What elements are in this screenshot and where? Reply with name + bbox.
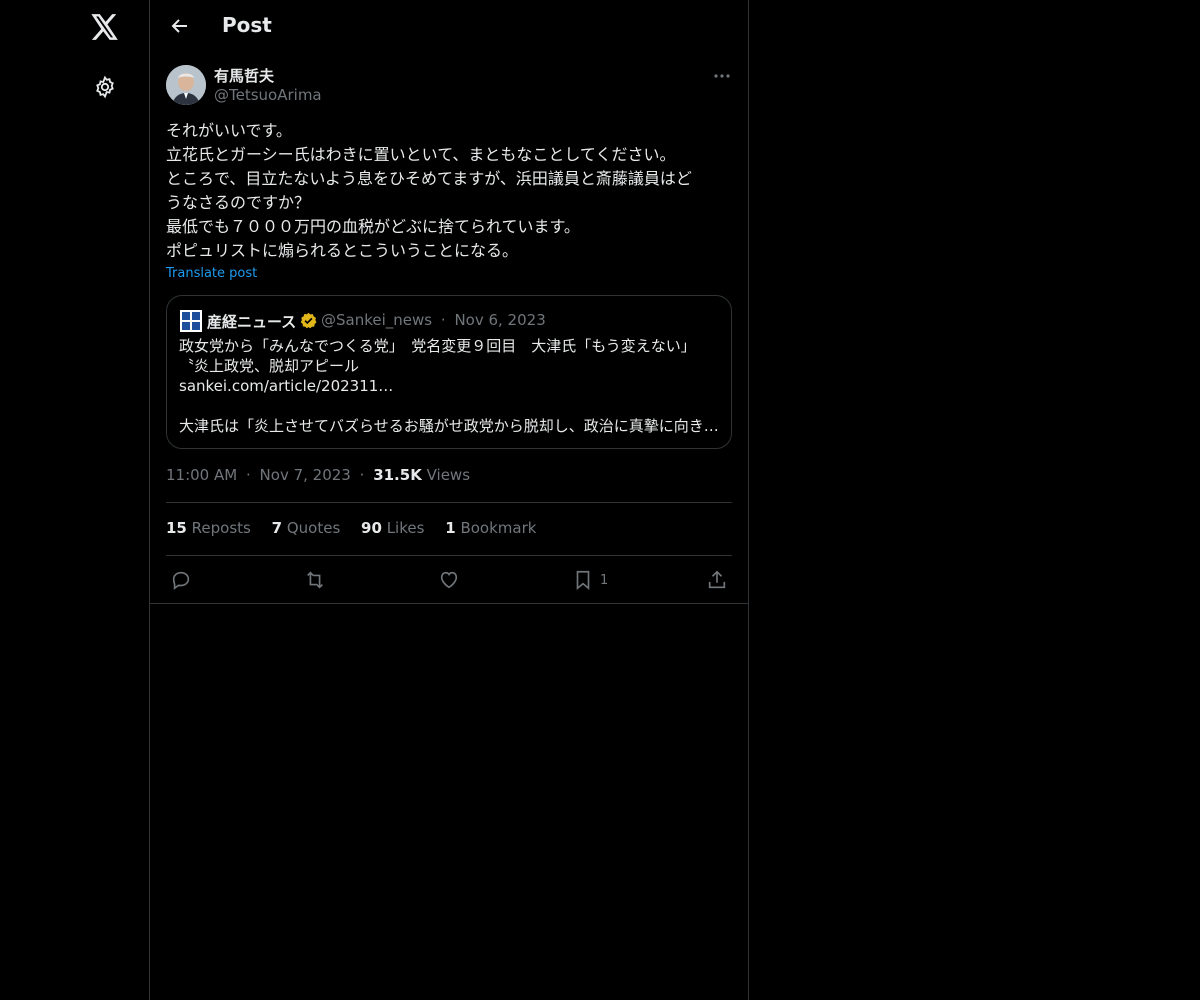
quote-line: 政女党から「みんなでつくる党」 党名変更９回目 大津氏「もう変えない」: [179, 337, 696, 355]
engagement-stats: 15 Reposts 7 Quotes 90 Likes 1 Bookmark: [166, 519, 552, 537]
quotes-label: Quotes: [286, 519, 341, 537]
author-name[interactable]: 有馬哲夫: [214, 65, 274, 86]
quote-link: sankei.com/article/202311…: [179, 377, 394, 395]
separator-dot: ·: [245, 466, 251, 484]
post-meta: 11:00 AM · Nov 7, 2023 · 31.5K Views: [166, 466, 470, 484]
quote-avatar: [180, 310, 202, 332]
translate-post-link[interactable]: Translate post: [166, 266, 257, 281]
quote-body: 政女党から「みんなでつくる党」 党名変更９回目 大津氏「もう変えない」 〝炎上政…: [179, 336, 719, 436]
separator-dot: ·: [440, 311, 446, 329]
post-column: Post 有馬哲夫 @TetsuoArima それがいいです。 立花氏とガーシー…: [149, 0, 749, 1000]
more-options-icon[interactable]: [710, 64, 734, 88]
share-icon[interactable]: [706, 565, 728, 595]
bookmarks-count: 1: [445, 519, 456, 537]
bookmark-icon: [572, 569, 594, 591]
separator-dot: ·: [359, 466, 365, 484]
divider: [166, 502, 732, 503]
post-time[interactable]: 11:00 AM: [166, 466, 237, 484]
avatar[interactable]: [166, 65, 206, 105]
author-handle[interactable]: @TetsuoArima: [214, 86, 322, 104]
left-nav: [0, 0, 149, 1000]
quote-line: [179, 396, 719, 416]
divider: [150, 603, 748, 604]
divider: [166, 555, 732, 556]
quotes-stat[interactable]: 7 Quotes: [272, 519, 341, 537]
arrow-left-icon[interactable]: [162, 8, 198, 44]
likes-label: Likes: [386, 519, 425, 537]
quote-author-handle: @Sankei_news: [321, 311, 433, 329]
post-date[interactable]: Nov 7, 2023: [260, 466, 351, 484]
reposts-label: Reposts: [191, 519, 251, 537]
bookmarks-stat[interactable]: 1 Bookmark: [445, 519, 536, 537]
reply-icon[interactable]: [170, 565, 192, 595]
quote-date: Nov 6, 2023: [454, 311, 546, 329]
header: Post: [150, 0, 748, 53]
verified-badge-icon: [300, 312, 317, 333]
views-label: Views: [426, 466, 471, 484]
x-logo-icon[interactable]: [83, 5, 127, 49]
quotes-count: 7: [271, 519, 283, 537]
quoted-post[interactable]: 産経ニュース @Sankei_news · Nov 6, 2023 政女党から「…: [166, 295, 732, 449]
likes-count: 90: [361, 519, 382, 537]
views-count: 31.5K: [373, 466, 422, 484]
quote-line: 大津氏は「炎上させてバズらせるお騒がせ政党から脱却し、政治に真摯に向き合う: [179, 417, 719, 435]
bookmarks-label: Bookmark: [460, 519, 537, 537]
post-text: それがいいです。 立花氏とガーシー氏はわきに置いといて、まともなことしてください…: [166, 121, 692, 260]
quote-author-name: 産経ニュース: [207, 313, 297, 331]
reposts-stat[interactable]: 15 Reposts: [166, 519, 251, 537]
likes-stat[interactable]: 90 Likes: [361, 519, 424, 537]
quote-line: 〝炎上政党、脱却アピール: [179, 357, 360, 375]
quote-meta: @Sankei_news · Nov 6, 2023: [321, 311, 546, 329]
bookmark-button[interactable]: 1: [572, 565, 608, 595]
heart-icon[interactable]: [438, 565, 460, 595]
page-title: Post: [222, 13, 272, 37]
gear-icon[interactable]: [83, 65, 127, 109]
bookmark-count: 1: [600, 572, 609, 588]
reposts-count: 15: [166, 519, 187, 537]
action-bar: 1: [166, 565, 732, 595]
repost-icon[interactable]: [304, 565, 326, 595]
